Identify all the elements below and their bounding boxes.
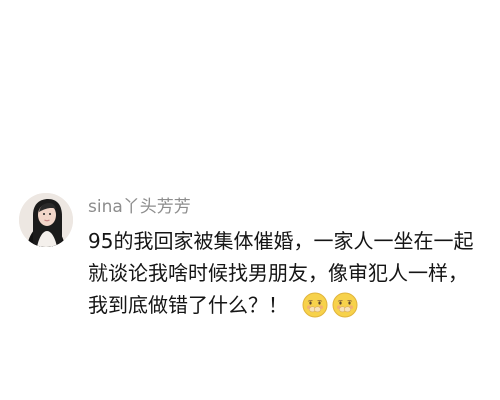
covering-mouth-emoji-icon [332, 292, 358, 318]
comment-line-3: 我到底做错了什么？！ [88, 289, 478, 327]
emoji-group [302, 292, 362, 327]
username[interactable]: sina丫头芳芳 [88, 196, 191, 218]
avatar[interactable] [19, 193, 73, 247]
covering-mouth-emoji-icon [302, 292, 328, 318]
comment-text: 95的我回家被集体催婚，一家人一坐在一起 就谈论我啥时候找男朋友，像审犯人一样，… [88, 225, 478, 327]
comment-line-2: 就谈论我啥时候找男朋友，像审犯人一样， [88, 261, 468, 285]
avatar-photo [19, 193, 73, 247]
comment-line-3-text: 我到底做错了什么？！ [88, 293, 288, 317]
comment-item: sina丫头芳芳 95的我回家被集体催婚，一家人一坐在一起 就谈论我啥时候找男朋… [0, 0, 500, 400]
comment-line-1: 95的我回家被集体催婚，一家人一坐在一起 [88, 229, 474, 253]
